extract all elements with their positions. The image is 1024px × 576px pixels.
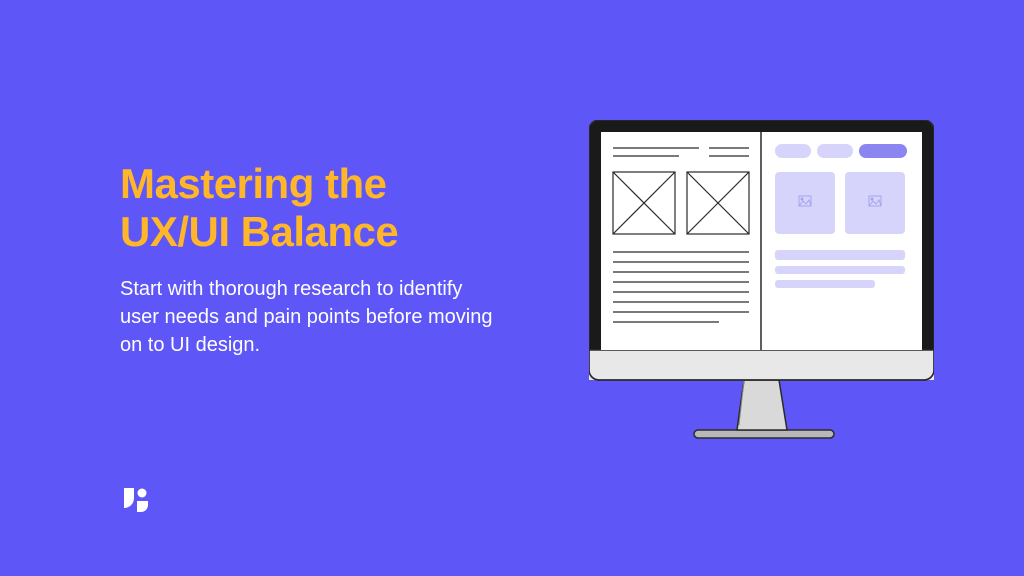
title-line-2: UX/UI Balance [120, 208, 398, 255]
brand-logo-icon [120, 484, 152, 516]
page-subtitle: Start with thorough research to identify… [120, 275, 500, 359]
monitor-illustration [589, 120, 934, 440]
title-line-1: Mastering the [120, 160, 387, 207]
page-title: Mastering the UX/UI Balance [120, 160, 500, 257]
text-content: Mastering the UX/UI Balance Start with t… [120, 160, 500, 359]
